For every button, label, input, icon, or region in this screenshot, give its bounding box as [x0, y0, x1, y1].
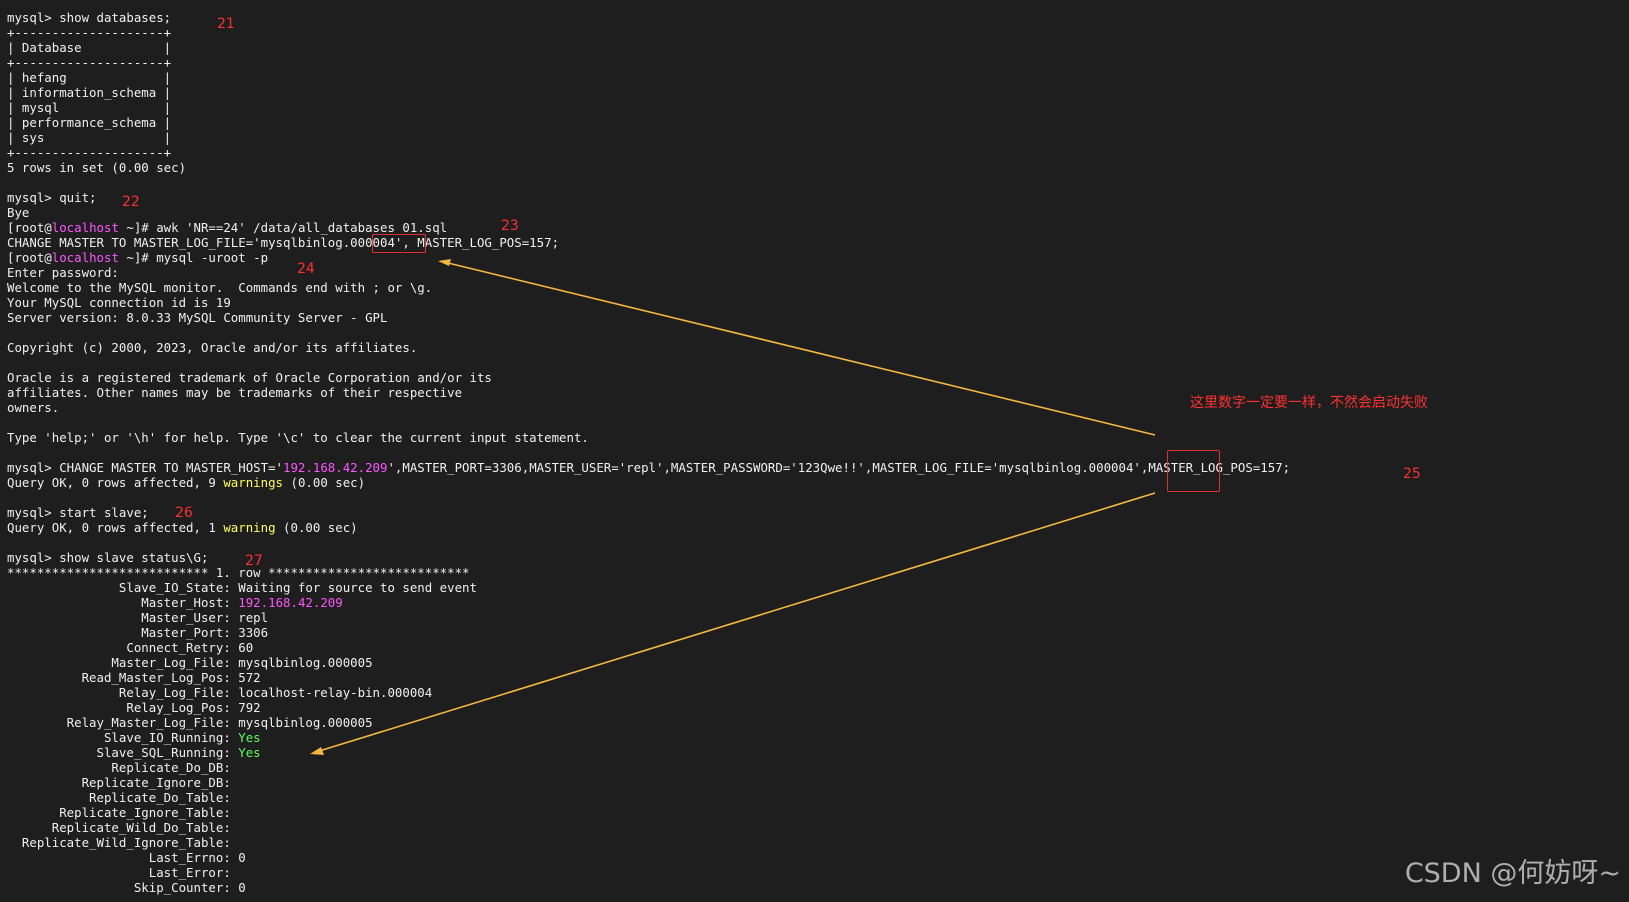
annotation-arrows — [310, 259, 1156, 755]
watermark: CSDN @何妨呀~ — [1404, 858, 1621, 889]
arrowhead-upper — [438, 259, 451, 266]
arrow-line-upper — [443, 261, 1156, 436]
arrow-line-lower — [315, 492, 1156, 753]
arrowhead-lower — [310, 747, 324, 755]
